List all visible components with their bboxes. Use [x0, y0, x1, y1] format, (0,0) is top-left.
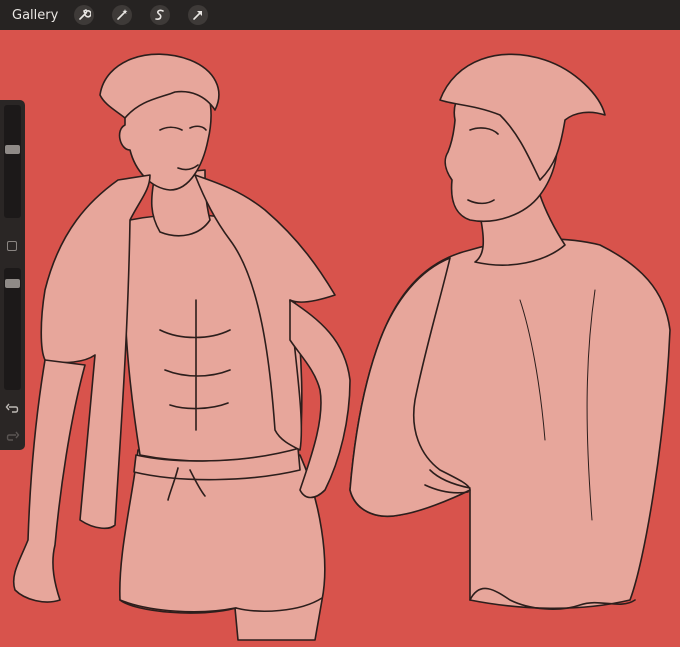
transform-button[interactable] — [188, 5, 209, 25]
gallery-button[interactable]: Gallery — [12, 8, 58, 23]
redo-arrow-icon[interactable] — [5, 430, 20, 444]
selection-button[interactable] — [150, 5, 171, 25]
modify-button[interactable] — [7, 241, 17, 251]
adjustments-button[interactable] — [112, 5, 133, 25]
sketch-artwork — [12, 53, 671, 641]
arrow-cursor-icon — [193, 11, 203, 20]
actions-button[interactable] — [74, 5, 95, 25]
opacity-thumb[interactable] — [5, 279, 20, 288]
undo-arrow-icon[interactable] — [5, 402, 20, 416]
brush-sidebar — [0, 100, 25, 450]
brush-size-slider[interactable] — [4, 105, 21, 218]
drawing-canvas[interactable] — [0, 30, 680, 647]
brush-size-thumb[interactable] — [5, 145, 20, 154]
top-toolbar: Gallery — [0, 0, 680, 30]
wrench-icon — [79, 9, 92, 20]
opacity-slider[interactable] — [4, 268, 21, 390]
selection-s-icon — [155, 9, 165, 20]
magic-wand-icon — [117, 9, 128, 20]
